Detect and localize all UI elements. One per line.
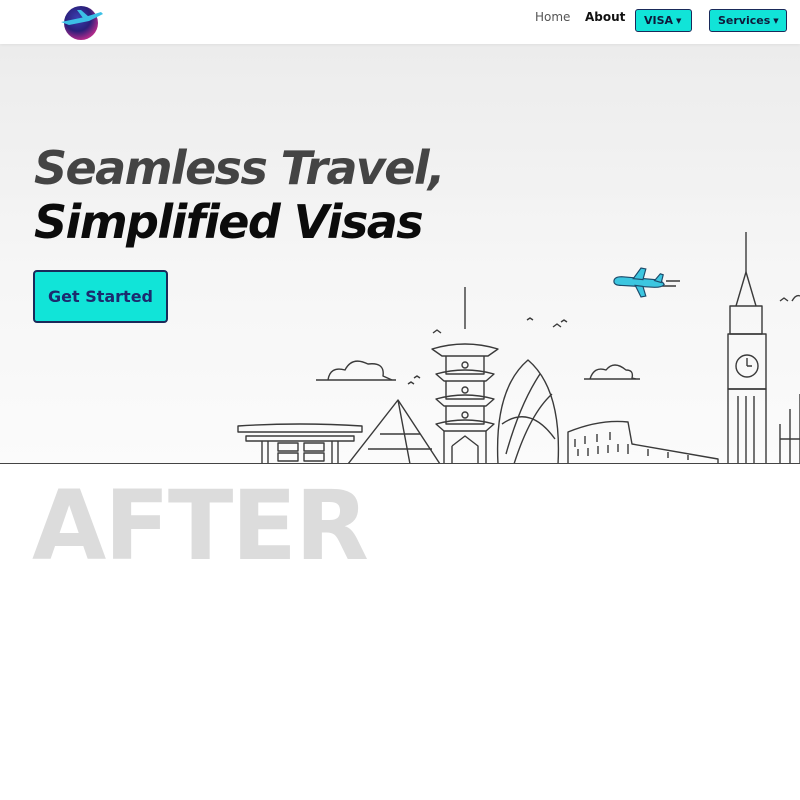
hero-headline: Seamless Travel, Simplified Visas	[34, 141, 554, 249]
logo-icon[interactable]	[55, 4, 107, 42]
get-started-button[interactable]: Get Started	[33, 270, 168, 323]
chevron-down-icon: ▼	[676, 16, 682, 25]
headline-line-1: Seamless Travel,	[34, 141, 446, 195]
services-dropdown-button[interactable]: Services ▼	[709, 9, 787, 32]
hero-section: Seamless Travel, Simplified Visas Get St…	[0, 44, 800, 464]
nav-home-link[interactable]: Home	[535, 10, 570, 24]
services-dropdown-label: Services	[718, 14, 771, 27]
chevron-down-icon: ▼	[773, 16, 779, 25]
visa-dropdown-label: VISA	[644, 14, 674, 27]
after-watermark: AFTER	[32, 470, 369, 582]
headline-line-2: Simplified Visas	[34, 195, 424, 249]
airplane-icon	[613, 267, 665, 298]
visa-dropdown-button[interactable]: VISA ▼	[635, 9, 692, 32]
nav-about-link[interactable]: About	[585, 10, 625, 24]
navbar: Home About VISA ▼ Services ▼	[0, 0, 800, 44]
world-landmarks-skyline-illustration	[237, 232, 800, 463]
